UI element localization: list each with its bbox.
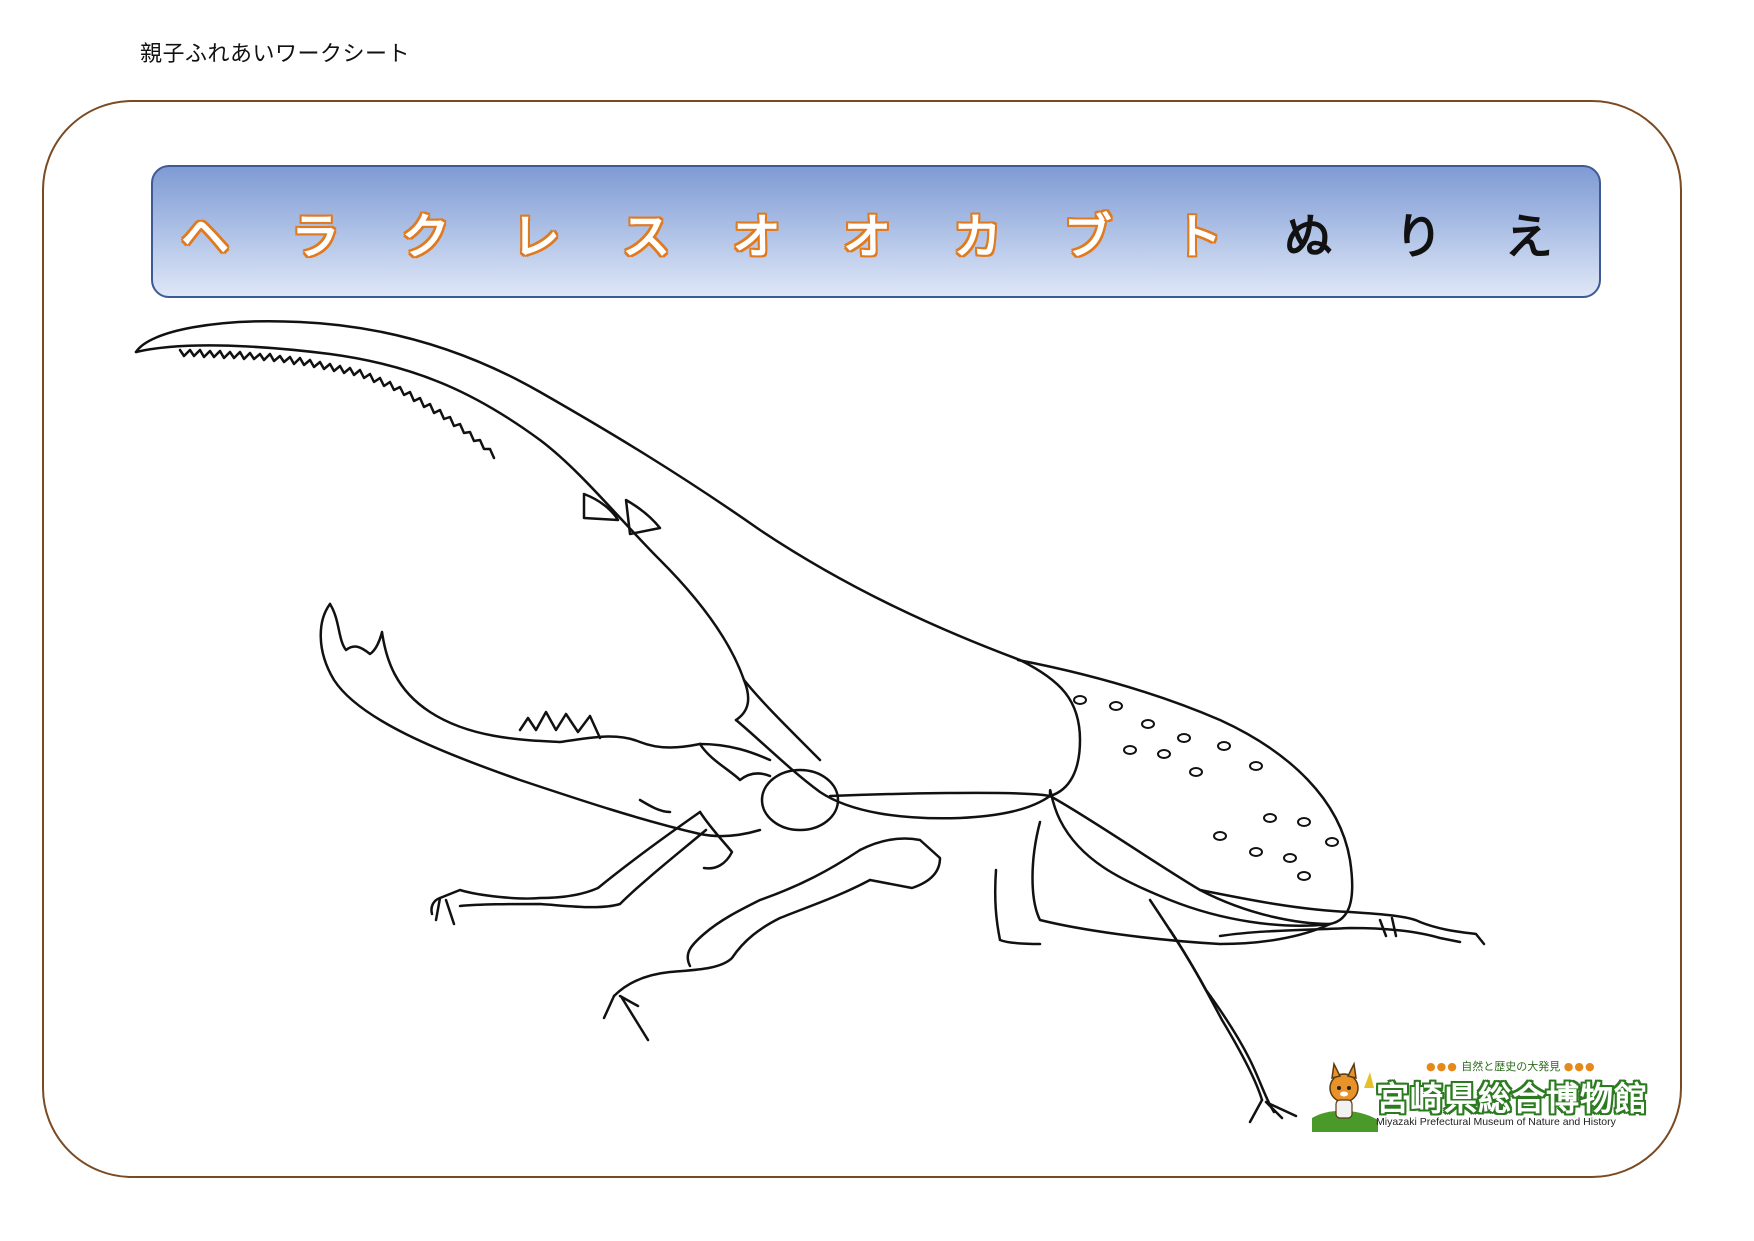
title-char: ヘ	[180, 208, 229, 265]
museum-english-name: Miyazaki Prefectural Museum of Nature an…	[1376, 1116, 1616, 1128]
title-char: ラ	[291, 208, 340, 265]
title-banner: ヘ ラ ク レ ス オ オ カ ブ ト ぬ り え	[151, 165, 1601, 298]
title-char: ブ	[1063, 208, 1112, 265]
title-char: り	[1394, 208, 1443, 265]
title-char: え	[1504, 208, 1553, 265]
title-char: カ	[953, 208, 1002, 265]
title-char: レ	[511, 208, 560, 265]
museum-name: 宮崎県総合博物館	[1376, 1079, 1648, 1118]
title-char: オ	[732, 208, 781, 265]
title-char: ぬ	[1284, 208, 1333, 265]
sheet-label: 親子ふれあいワークシート	[140, 42, 411, 67]
title-char: ク	[401, 208, 450, 265]
title-char: オ	[842, 208, 891, 265]
museum-mascot-icon	[1312, 1061, 1378, 1132]
museum-logo: ●●● 自然と歴史の大発見 ●●● 宮崎県総合博物館 Miyazaki Pref…	[1308, 1058, 1653, 1133]
title-char: ス	[622, 208, 671, 265]
title-char: ト	[1173, 208, 1222, 265]
